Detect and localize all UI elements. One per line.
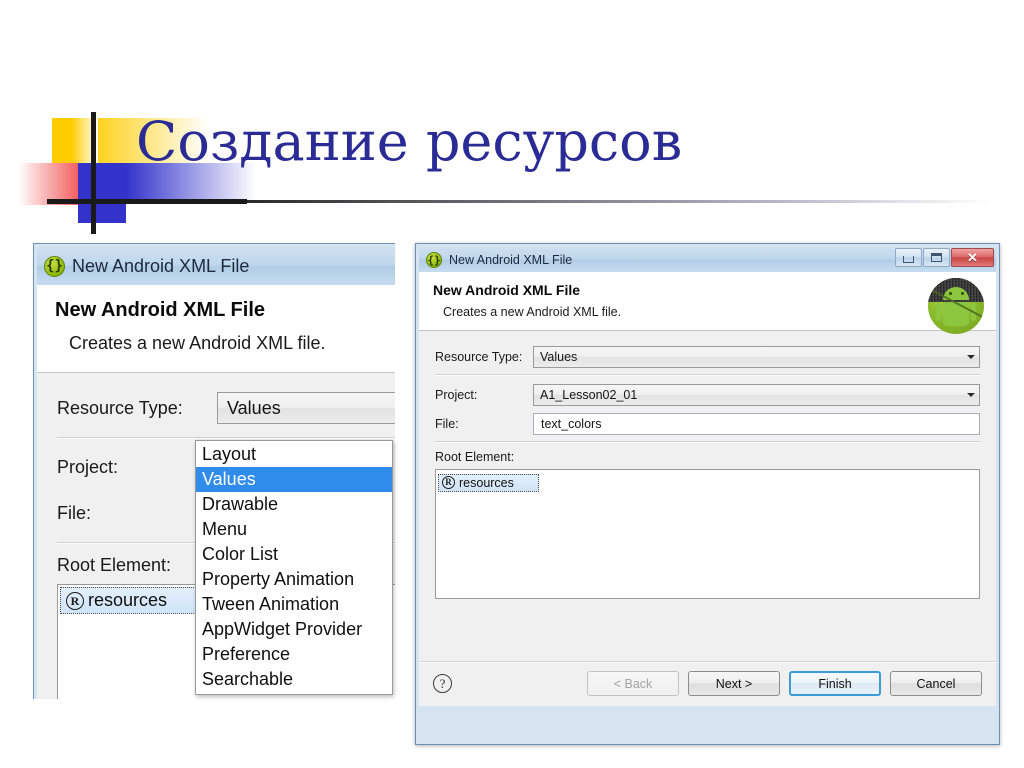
file-row: File: text_colors (435, 412, 980, 436)
resource-r-icon: R (66, 591, 84, 610)
chevron-down-icon[interactable] (962, 347, 979, 367)
resource-type-value: Values (227, 397, 281, 418)
resource-type-label: Resource Type: (57, 397, 183, 418)
decor-vertical-line (91, 112, 96, 234)
dropdown-option-menu[interactable]: Menu (196, 517, 392, 542)
back-button[interactable]: < Back (587, 671, 679, 696)
next-button[interactable]: Next > (688, 671, 780, 696)
window-title: New Android XML File (449, 252, 573, 267)
project-label: Project: (57, 456, 119, 477)
maximize-button[interactable] (923, 248, 950, 267)
help-icon[interactable]: ? (433, 674, 452, 693)
file-name-input[interactable]: text_colors (533, 413, 980, 435)
dropdown-option-searchable[interactable]: Searchable (196, 667, 392, 692)
list-item-label: resources (88, 590, 168, 610)
window-frame: New Android XML File ✕ New Android XML F… (415, 243, 1000, 745)
android-robot-arm-left (936, 303, 941, 321)
decor-horizontal-line-fade (247, 200, 992, 203)
slide-title-block: Создание ресурсов (0, 0, 1024, 235)
root-element-listbox[interactable]: R resources (435, 469, 980, 599)
dialog-header-description: Creates a new Android XML file. (69, 333, 326, 353)
list-item-label: resources (459, 475, 514, 490)
divider (57, 437, 395, 439)
cancel-button[interactable]: Cancel (890, 671, 982, 696)
dialog-header-title: New Android XML File (433, 282, 581, 298)
project-row: Project: A1_Lesson02_01 (435, 383, 980, 407)
android-robot-icon (928, 278, 984, 334)
close-button[interactable]: ✕ (951, 248, 994, 267)
android-robot-eye-left (949, 292, 952, 295)
dialog-header-description: Creates a new Android XML file. (443, 305, 622, 319)
dialog-header-title: New Android XML File (55, 299, 266, 321)
root-element-label: Root Element: (435, 450, 515, 464)
dialog-button-group: < Back Next > Finish Cancel (587, 671, 982, 696)
minimize-button[interactable] (895, 248, 922, 267)
dropdown-option-property-animation[interactable]: Property Animation (196, 567, 392, 592)
resource-type-combobox[interactable]: Values (217, 392, 395, 424)
finish-button[interactable]: Finish (789, 671, 881, 696)
resource-type-combobox[interactable]: Values (533, 346, 980, 368)
decor-blue-square (78, 163, 126, 223)
chevron-down-icon[interactable] (962, 385, 979, 405)
file-name-value: text_colors (541, 417, 602, 431)
resource-type-row: Resource Type: Values (435, 345, 980, 369)
xml-file-icon (44, 255, 65, 277)
list-item[interactable]: R resources (438, 473, 539, 492)
dialog-footer: ? < Back Next > Finish Cancel (419, 661, 996, 706)
title-bar[interactable]: New Android XML File ✕ (419, 247, 996, 272)
resource-r-icon: R (442, 476, 455, 489)
dropdown-option-color-list[interactable]: Color List (196, 542, 392, 567)
divider (435, 441, 980, 443)
file-label: File: (435, 417, 459, 431)
resource-type-row: Resource Type: Values (57, 391, 395, 425)
project-combobox[interactable]: A1_Lesson02_01 (533, 384, 980, 406)
window-controls: ✕ (895, 248, 994, 267)
title-bar[interactable]: New Android XML File (37, 247, 395, 285)
file-label: File: (57, 502, 92, 523)
dropdown-option-drawable[interactable]: Drawable (196, 492, 392, 517)
window-title: New Android XML File (72, 255, 250, 276)
dialog-header: New Android XML File Creates a new Andro… (419, 272, 996, 334)
list-item[interactable]: R resources (60, 587, 199, 614)
resource-type-label: Resource Type: (435, 350, 523, 364)
page-title: Создание ресурсов (136, 110, 683, 173)
dropdown-option-layout[interactable]: Layout (196, 442, 392, 467)
maximize-icon (931, 253, 942, 262)
divider (435, 374, 980, 376)
dialog-body: Resource Type: Values Project: A1_Lesson… (419, 331, 996, 661)
android-robot-eye-right (961, 292, 964, 295)
xml-file-icon (426, 251, 442, 268)
new-android-xml-file-dialog: New Android XML File ✕ New Android XML F… (415, 243, 1000, 745)
project-value: A1_Lesson02_01 (540, 388, 638, 402)
dialog-header: New Android XML File Creates a new Andro… (37, 285, 395, 373)
close-icon: ✕ (967, 250, 978, 265)
resource-type-value: Values (540, 350, 578, 364)
dropdown-option-tween-animation[interactable]: Tween Animation (196, 592, 392, 617)
dropdown-option-appwidget-provider[interactable]: AppWidget Provider (196, 617, 392, 642)
project-label: Project: (435, 388, 478, 402)
minimize-icon (903, 255, 914, 263)
dropdown-option-preference[interactable]: Preference (196, 642, 392, 667)
dropdown-option-values[interactable]: Values (196, 467, 392, 492)
decor-horizontal-line (47, 199, 247, 204)
resource-type-dropdown-list[interactable]: Layout Values Drawable Menu Color List P… (195, 440, 393, 695)
